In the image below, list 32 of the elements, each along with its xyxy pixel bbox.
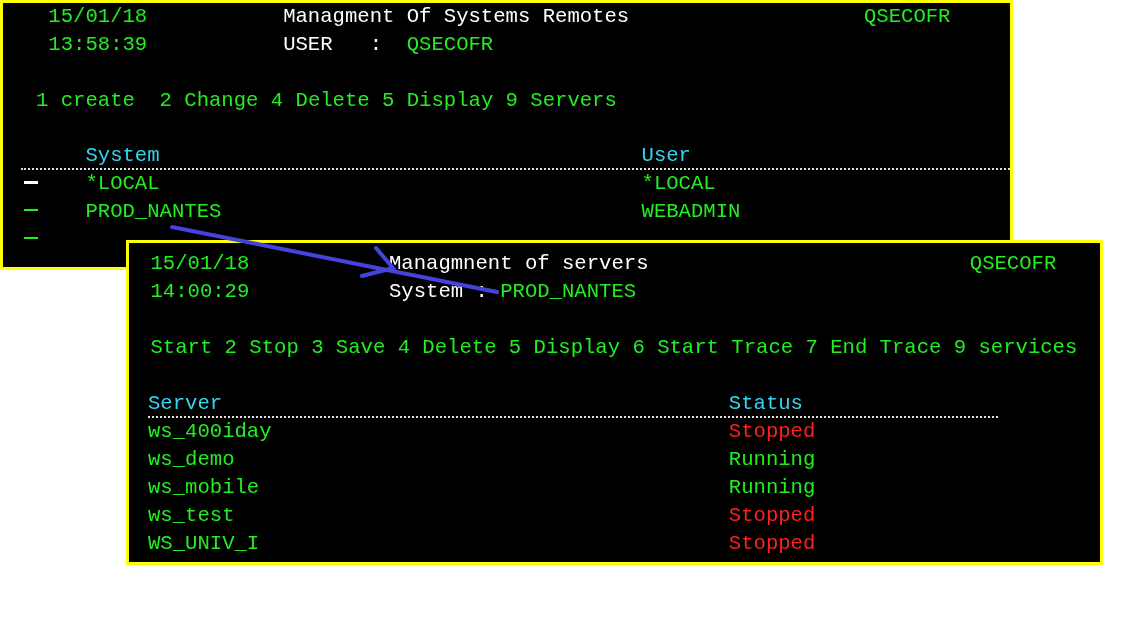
status-text: Running [728,475,816,501]
screen-title: Managmnent of servers [388,251,650,277]
time-text: 13:58:39 [48,32,149,58]
table-cell-text: *LOCAL [641,171,716,197]
status-text: Stopped [728,531,816,557]
option-field[interactable] [24,181,38,184]
status-text: Stopped [728,503,816,529]
table-cell-text: PROD_NANTES [85,199,223,225]
table-cell-text: ws_400iday [148,419,273,445]
table-cell-text: ws_mobile [148,475,261,501]
table-cell-text: WS_UNIV_I [148,531,261,557]
column-header: User [641,143,691,169]
profile-text: QSECOFR [969,251,1057,277]
date-text: 15/01/18 [48,4,149,30]
screen-title: Managment Of Systems Remotes [283,4,631,30]
system-text: PROD_NANTES [500,279,637,305]
column-header: System [85,143,161,169]
table-cell-text: ws_test [148,503,236,529]
user-text: QSECOFR [406,32,494,58]
status-text: Running [728,447,816,473]
table-cell-text: WEBADMIN [641,199,741,225]
table-cell-text: *LOCAL [85,171,161,197]
options-text: 1 create 2 Change 4 Delete 5 Display 9 Servers [36,88,617,114]
options-text: Start 2 Stop 3 Save 4 Delete 5 Display 6 Start Trace 7 End Trace 9 services [150,335,1078,361]
date-text: 15/01/18 [150,251,251,277]
column-header: Status [728,391,803,417]
time-text: 14:00:29 [150,279,251,305]
profile-text: QSECOFR [863,4,951,30]
status-text: Stopped [728,419,816,445]
user-label: USER : [283,32,383,58]
column-header: Server [148,391,224,417]
table-cell-text: ws_demo [148,447,236,473]
